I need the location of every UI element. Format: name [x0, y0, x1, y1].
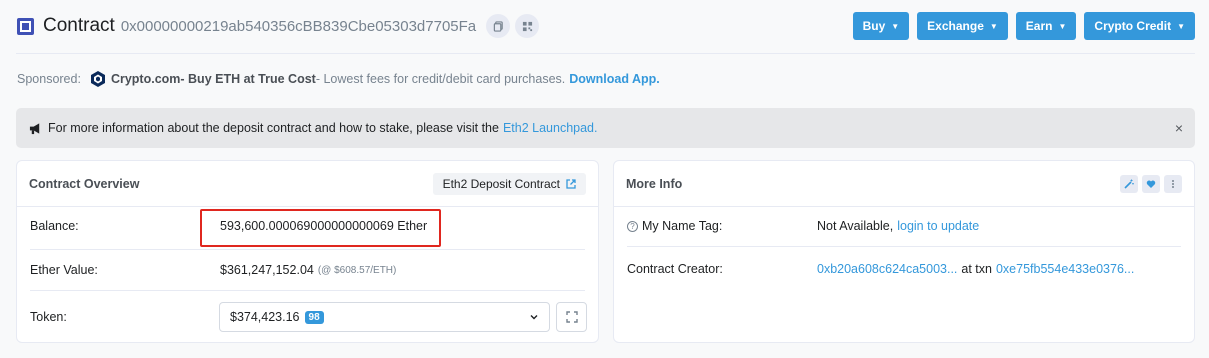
chevron-down-icon: ▼: [1177, 21, 1185, 31]
sponsored-brand[interactable]: Crypto.com: [111, 72, 180, 86]
contract-address: 0x00000000219ab540356cBB839Cbe05303d7705…: [120, 17, 477, 35]
name-tag-row: ? My Name Tag: Not Available, login to up…: [627, 219, 1181, 233]
name-tag-label: My Name Tag:: [642, 219, 723, 233]
contract-creator-label: Contract Creator:: [627, 262, 723, 276]
contract-creator-row: Contract Creator: 0xb20a608c624ca5003...…: [627, 262, 1181, 276]
heart-icon: [1146, 180, 1156, 188]
chevron-down-icon: ▼: [891, 21, 900, 31]
exchange-button[interactable]: Exchange ▼: [917, 12, 1008, 40]
alert-text: For more information about the deposit c…: [48, 121, 499, 135]
download-app-link[interactable]: Download App.: [569, 72, 660, 86]
edit-tag-button[interactable]: [1120, 174, 1138, 193]
row-divider: [30, 249, 585, 250]
balance-label: Balance:: [30, 219, 79, 233]
magic-wand-icon: [1124, 179, 1134, 189]
sponsored-banner: Sponsored: Crypto.com - Buy ETH at True …: [17, 70, 660, 88]
login-to-update-link[interactable]: login to update: [897, 219, 979, 233]
creator-at-txn: at txn: [961, 262, 992, 276]
vertical-ellipsis-icon: [1172, 179, 1174, 188]
crypto-credit-button[interactable]: Crypto Credit ▼: [1084, 12, 1195, 40]
more-options-button[interactable]: [1164, 174, 1182, 193]
favorite-button[interactable]: [1142, 174, 1160, 193]
copy-icon: [493, 20, 503, 32]
sponsored-text: - Lowest fees for credit/debit card purc…: [315, 72, 566, 86]
external-link-icon: [566, 178, 576, 189]
close-icon[interactable]: ×: [1175, 120, 1183, 136]
card-header: Contract Overview Eth2 Deposit Contract: [17, 161, 598, 207]
creator-txn-link[interactable]: 0xe75fb554e433e0376...: [996, 262, 1134, 276]
qr-code-icon: [522, 21, 532, 31]
token-count-badge: 98: [304, 310, 324, 324]
more-info-title: More Info: [626, 176, 683, 191]
ether-value-label: Ether Value:: [30, 263, 98, 277]
expand-icon: [565, 311, 578, 323]
expand-button[interactable]: [556, 302, 587, 332]
chevron-down-icon: ▼: [989, 21, 998, 31]
megaphone-icon: [29, 122, 40, 134]
name-tag-label-wrap: ? My Name Tag:: [627, 219, 817, 233]
token-dropdown[interactable]: $374,423.16 98: [219, 302, 550, 332]
question-icon: ?: [627, 221, 638, 233]
chevron-down-icon: ▼: [1058, 21, 1067, 31]
page-header: Contract 0x00000000219ab540356cBB839Cbe0…: [16, 10, 1195, 42]
token-label: Token:: [30, 310, 67, 324]
chevron-down-icon: [530, 315, 538, 320]
earn-button[interactable]: Earn ▼: [1015, 12, 1077, 40]
header-divider: [16, 53, 1195, 54]
sponsored-label: Sponsored:: [17, 72, 81, 86]
token-value: $374,423.16: [230, 310, 300, 324]
more-info-card: More Info ? My Name Tag: Not Available, l…: [613, 160, 1195, 343]
eth2-deposit-contract-tag[interactable]: Eth2 Deposit Contract: [432, 172, 586, 195]
buy-button[interactable]: Buy ▼: [852, 12, 910, 40]
row-divider: [30, 290, 585, 291]
contract-icon: [17, 17, 34, 35]
ether-value-row: Ether Value: $361,247,152.04 (@ $608.57/…: [30, 263, 585, 277]
sponsored-headline[interactable]: - Buy ETH at True Cost: [180, 72, 315, 86]
copy-button[interactable]: [486, 14, 511, 38]
crypto-com-logo-icon: [90, 71, 105, 87]
card-header: More Info: [614, 161, 1194, 207]
contract-overview-title: Contract Overview: [29, 176, 140, 191]
page-title: Contract: [43, 15, 115, 36]
qr-code-button[interactable]: [515, 14, 540, 38]
eth2-launchpad-link[interactable]: Eth2 Launchpad.: [503, 121, 598, 135]
balance-highlight-box: [200, 209, 441, 247]
contract-overview-card: Contract Overview Eth2 Deposit Contract …: [16, 160, 599, 343]
ether-value: $361,247,152.04: [220, 263, 314, 277]
creator-address-link[interactable]: 0xb20a608c624ca5003...: [817, 262, 957, 276]
row-divider: [627, 246, 1181, 247]
name-tag-value: Not Available,: [817, 219, 894, 233]
ether-rate: (@ $608.57/ETH): [317, 264, 397, 276]
info-alert: For more information about the deposit c…: [16, 108, 1195, 148]
